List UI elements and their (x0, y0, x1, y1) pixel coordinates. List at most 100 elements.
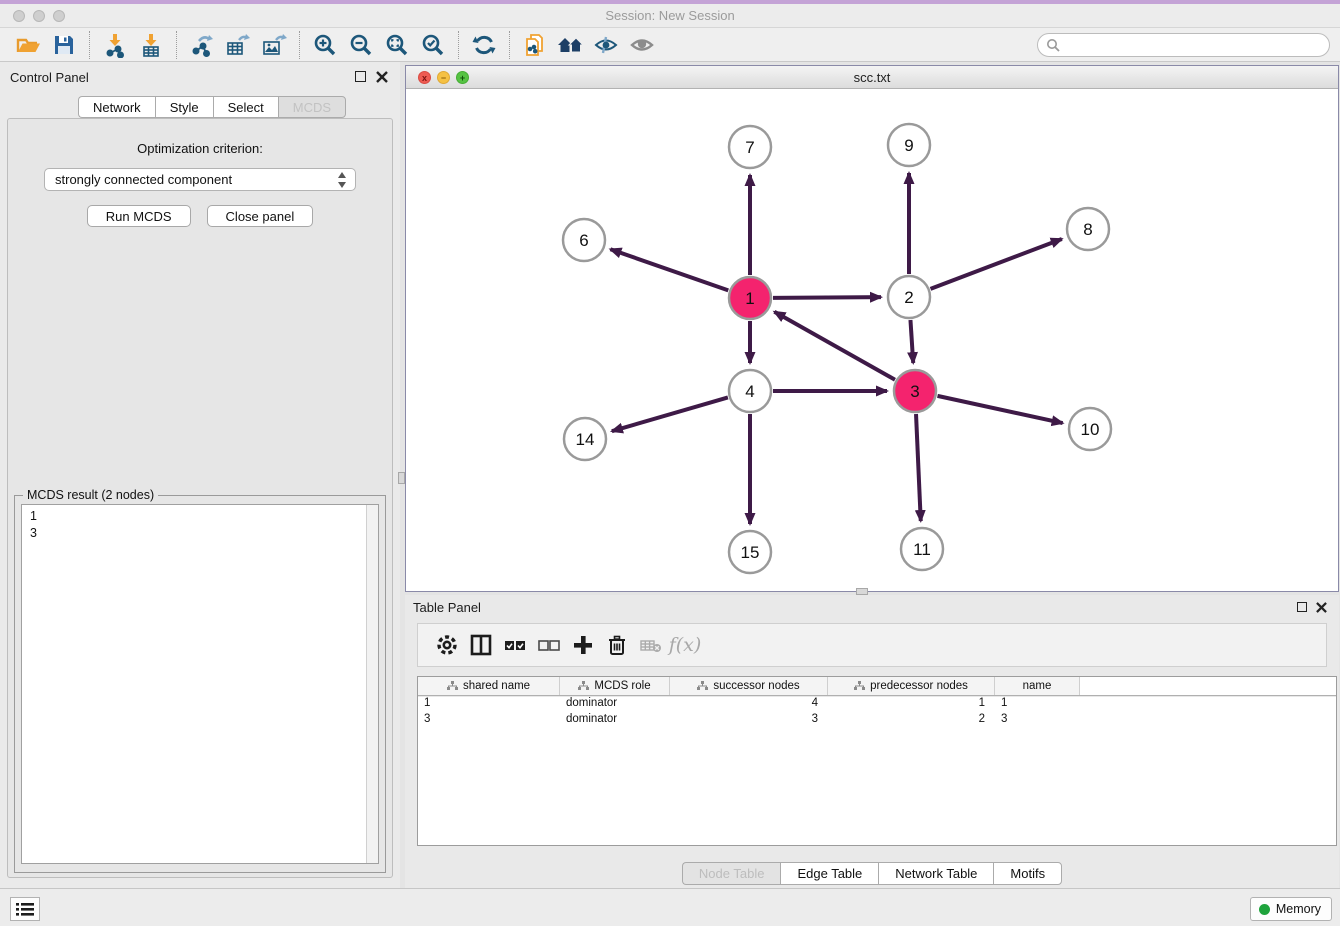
node-table: shared name MCDS role successor nodesprede… (417, 676, 1337, 846)
optimization-criterion-select[interactable]: strongly connected component (44, 168, 356, 191)
toolbar-separator (299, 31, 300, 59)
network-graph: 7968124314101511 (406, 89, 1338, 591)
optimization-criterion-value: strongly connected component (55, 172, 232, 187)
memory-button[interactable]: Memory (1250, 897, 1332, 921)
import-table-icon[interactable] (136, 31, 166, 59)
mcds-result-title: MCDS result (2 nodes) (23, 488, 158, 502)
delete-table-icon[interactable] (634, 630, 668, 660)
graph-node-label-6: 6 (579, 231, 588, 250)
table-cell: 3 (418, 712, 560, 728)
column-header-predecessor-nodes[interactable]: predecessor nodes (828, 677, 995, 695)
toggle-graphics-details-icon[interactable] (592, 31, 622, 59)
mcds-result-line: 1 (30, 508, 378, 525)
graph-node-label-14: 14 (576, 430, 595, 449)
close-panel-icon[interactable] (376, 71, 388, 83)
graph-edge-2-8[interactable] (931, 239, 1062, 289)
optimization-criterion-label: Optimization criterion: (8, 141, 392, 156)
table-tab-edge-table[interactable]: Edge Table (780, 862, 878, 885)
export-image-icon[interactable] (259, 31, 289, 59)
zoom-out-icon[interactable] (346, 31, 376, 59)
zoom-selected-icon[interactable] (418, 31, 448, 59)
select-all-columns-icon[interactable] (498, 630, 532, 660)
import-network-icon[interactable] (100, 31, 130, 59)
table-toolbar: f(x) (417, 623, 1327, 667)
graph-edge-2-3[interactable] (910, 320, 913, 363)
network-canvas[interactable]: 7968124314101511 (406, 89, 1338, 591)
control-tab-network[interactable]: Network (78, 96, 155, 118)
add-column-icon[interactable] (566, 630, 600, 660)
result-scrollbar[interactable] (366, 505, 378, 863)
vertical-divider-handle[interactable] (398, 472, 405, 484)
control-panel-title: Control Panel (10, 70, 89, 85)
horizontal-divider-handle[interactable] (856, 588, 868, 595)
task-history-button[interactable] (10, 897, 40, 921)
column-header-label: shared name (463, 680, 530, 692)
graph-edge-1-6[interactable] (610, 249, 728, 290)
mcds-result-line: 3 (30, 525, 378, 542)
table-tab-network-table[interactable]: Network Table (878, 862, 993, 885)
home-icon[interactable] (556, 31, 586, 59)
network-window-titlebar: x − + scc.txt (406, 66, 1338, 89)
export-table-icon[interactable] (223, 31, 253, 59)
control-tab-mcds[interactable]: MCDS (278, 96, 346, 118)
control-tab-select[interactable]: Select (213, 96, 278, 118)
close-panel-button[interactable]: Close panel (207, 205, 314, 227)
table-cell: 3 (995, 712, 1080, 728)
export-network-icon[interactable] (187, 31, 217, 59)
column-hierarchy-icon (447, 681, 458, 691)
graph-edge-3-10[interactable] (937, 396, 1062, 423)
graph-edge-1-2[interactable] (773, 297, 881, 298)
toolbar-separator (509, 31, 510, 59)
network-title: scc.txt (406, 70, 1338, 85)
run-mcds-button[interactable]: Run MCDS (87, 205, 191, 227)
table-tab-motifs[interactable]: Motifs (993, 862, 1062, 885)
table-settings-gear-icon[interactable] (430, 630, 464, 660)
table-header-row: shared name MCDS role successor nodesprede… (418, 677, 1336, 696)
memory-status-icon (1259, 904, 1270, 915)
refresh-icon[interactable] (469, 31, 499, 59)
column-header-label: MCDS role (594, 680, 650, 692)
table-cell: 3 (670, 712, 828, 728)
save-session-icon[interactable] (49, 31, 79, 59)
column-hierarchy-icon (854, 681, 865, 691)
column-header-MCDS-role[interactable]: MCDS role (560, 677, 670, 695)
show-hide-preview-icon[interactable] (628, 31, 658, 59)
table-tab-node-table[interactable]: Node Table (682, 862, 781, 885)
table-close-panel-icon[interactable] (1316, 602, 1327, 613)
control-panel-tabs: NetworkStyleSelectMCDS (78, 96, 346, 118)
zoom-in-icon[interactable] (310, 31, 340, 59)
search-input[interactable] (1065, 36, 1329, 54)
graph-node-label-11: 11 (913, 540, 931, 559)
table-float-panel-icon[interactable] (1297, 602, 1307, 612)
graph-edge-3-1[interactable] (774, 312, 895, 380)
zoom-fit-icon[interactable] (382, 31, 412, 59)
window-titlebar: Session: New Session (0, 4, 1340, 28)
network-view-window: x − + scc.txt 7968124314101511 (405, 65, 1339, 592)
search-field[interactable] (1037, 33, 1330, 57)
dropdown-stepper-icon (337, 172, 347, 188)
table-row[interactable]: 1dominator411 (418, 696, 1336, 712)
apply-function-icon[interactable]: f(x) (668, 630, 702, 660)
split-panel-icon[interactable] (464, 630, 498, 660)
open-session-icon[interactable] (13, 31, 43, 59)
graph-node-label-4: 4 (745, 382, 754, 401)
float-panel-icon[interactable] (355, 71, 366, 82)
delete-columns-icon[interactable] (600, 630, 634, 660)
deselect-all-columns-icon[interactable] (532, 630, 566, 660)
graph-node-label-10: 10 (1081, 420, 1100, 439)
table-tabs: Node TableEdge TableNetwork TableMotifs (405, 862, 1339, 885)
graph-edge-3-11[interactable] (916, 414, 921, 521)
toolbar-separator (176, 31, 177, 59)
mcds-result-text[interactable]: 13 (21, 504, 379, 864)
column-header-shared-name[interactable]: shared name (418, 677, 560, 695)
graph-node-label-8: 8 (1083, 220, 1092, 239)
graph-edge-4-14[interactable] (612, 397, 728, 431)
column-header-successor-nodes[interactable]: successor nodes (670, 677, 828, 695)
duplicate-network-icon[interactable] (520, 31, 550, 59)
mcds-panel: Optimization criterion: strongly connect… (7, 118, 393, 878)
search-icon (1046, 38, 1060, 52)
table-cell: 4 (670, 696, 828, 712)
column-header-name[interactable]: name (995, 677, 1080, 695)
table-row[interactable]: 3dominator323 (418, 712, 1336, 728)
control-tab-style[interactable]: Style (155, 96, 213, 118)
